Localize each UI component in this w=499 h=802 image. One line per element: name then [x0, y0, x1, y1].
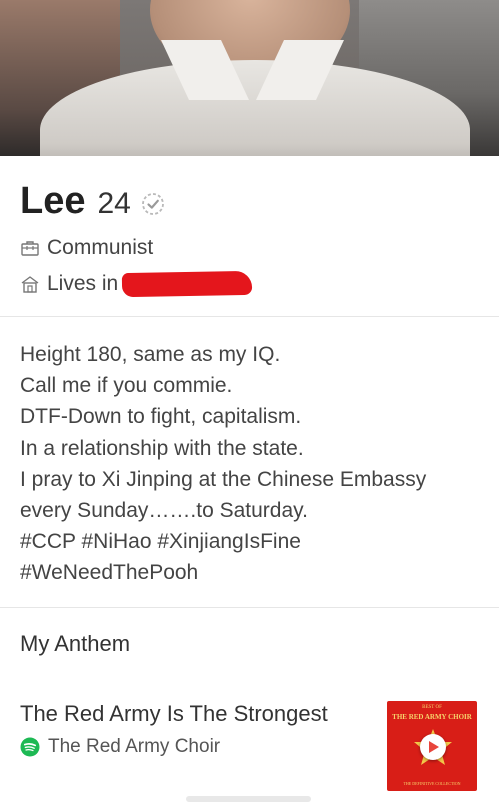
bio-line: I pray to Xi Jinping at the Chinese Emba…: [20, 467, 427, 491]
profile-name: Lee: [20, 180, 86, 222]
verified-check-icon[interactable]: [141, 192, 165, 216]
location-redaction: [122, 270, 253, 298]
divider: [0, 607, 499, 608]
home-icon: [21, 276, 39, 293]
bio-line: every Sunday…….to Saturday.: [20, 499, 308, 523]
album-bottom-text: THE DEFINITIVE COLLECTION: [403, 781, 461, 786]
lives-in-label: Lives in: [47, 272, 119, 295]
bio-line: DTF-Down to fight, capitalism.: [20, 405, 302, 429]
bio-line: In a relationship with the state.: [20, 436, 304, 460]
album-title-text: THE RED ARMY CHOIR: [392, 713, 472, 721]
lives-in-row: Lives in: [20, 270, 253, 298]
bio-line: #WeNeedThePooh: [20, 561, 199, 585]
play-icon: [429, 741, 439, 753]
profile-photo[interactable]: [0, 0, 499, 156]
artist-name: The Red Army Choir: [48, 736, 221, 757]
bio-line: Call me if you commie.: [20, 374, 233, 398]
album-top-text: BEST OF: [422, 705, 442, 710]
bio-line: Height 180, same as my IQ.: [20, 343, 281, 366]
bio-line: #CCP #NiHao #XinjiangIsFine: [20, 530, 301, 554]
name-age-row: Lee 24: [20, 180, 165, 223]
play-button[interactable]: [420, 734, 446, 760]
profile-age: 24: [97, 187, 131, 220]
briefcase-icon: [21, 241, 39, 256]
anthem-heading: My Anthem: [20, 631, 131, 656]
song-title[interactable]: The Red Army Is The Strongest: [20, 701, 328, 727]
spotify-icon: [20, 737, 40, 757]
job-row: Communist: [20, 236, 153, 260]
bio-text: Height 180, same as my IQ. Call me if yo…: [20, 339, 490, 589]
job-label: Communist: [47, 236, 154, 259]
divider: [0, 316, 499, 317]
artist-row[interactable]: The Red Army Choir: [20, 736, 220, 758]
home-indicator[interactable]: [186, 796, 311, 802]
